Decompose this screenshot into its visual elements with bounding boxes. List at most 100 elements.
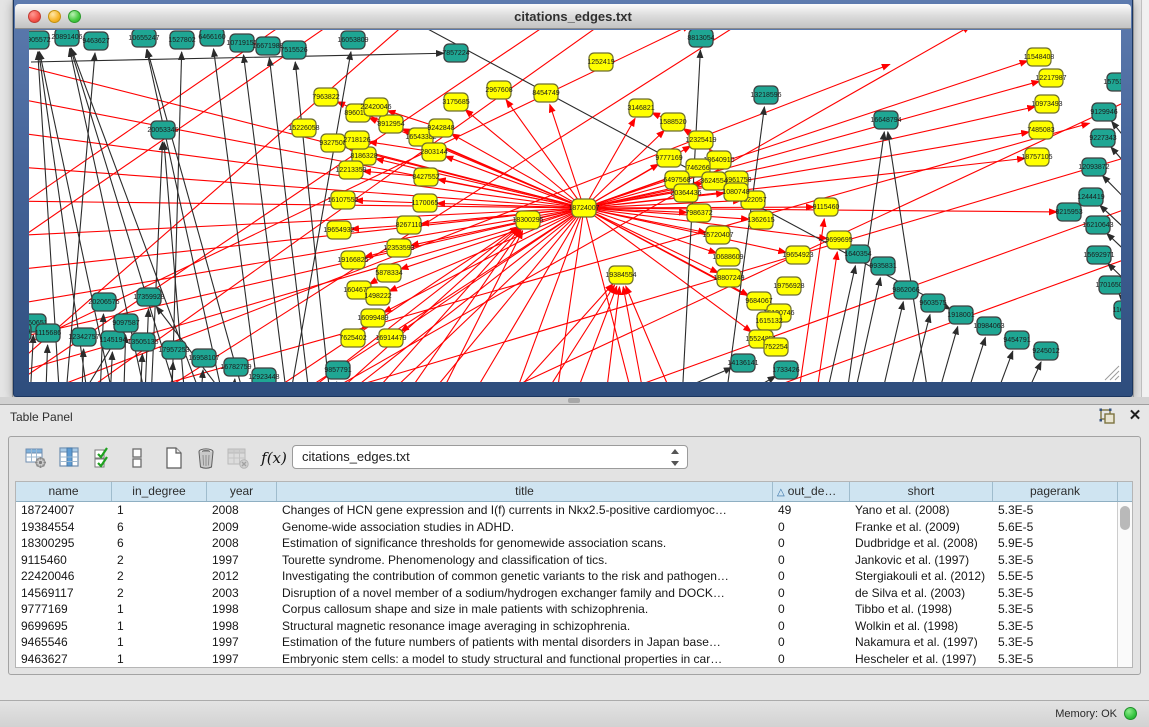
graph-node-label: 1167533 [1113, 307, 1121, 314]
unselect-all-button[interactable] [125, 445, 151, 471]
graph-edge [201, 153, 1121, 382]
table-cell: 1997 [207, 552, 277, 569]
network-table-select[interactable]: citations_edges.txt [292, 445, 688, 469]
table-cell: Nakamura et al. (1997) [850, 634, 993, 651]
graph-node-label: 16671988 [252, 43, 283, 50]
graph-edge [1015, 362, 1041, 382]
new-column-button[interactable] [161, 445, 187, 471]
scrollbar-thumb[interactable] [1120, 506, 1130, 530]
table-cell: Hescheler et al. (1997) [850, 651, 993, 668]
column-header-in-degree[interactable]: in_degree [112, 482, 207, 501]
right-edge-strip [1133, 0, 1149, 400]
graph-edge [959, 337, 985, 382]
table-cell: Yano et al. (2008) [850, 502, 993, 519]
graph-node-label: 15226058 [288, 125, 319, 132]
graph-node-label: 9115460 [813, 204, 840, 211]
collapsed-panel-strip [1141, 0, 1149, 400]
table-row[interactable]: 969969511998Structural magnetic resonanc… [16, 618, 1132, 635]
table-row[interactable]: 1872400712008Changes of HCN gene express… [16, 502, 1132, 519]
splitter-handle-icon[interactable] [568, 398, 580, 403]
graph-node-label: 16210643 [1082, 222, 1113, 229]
table-cell: 6 [112, 519, 207, 536]
graph-node-label: 8454749 [532, 90, 559, 97]
delete-column-button[interactable] [193, 445, 219, 471]
graph-edge [29, 200, 584, 208]
graph-node-label: 391159 [29, 329, 31, 336]
table-settings-button[interactable] [23, 445, 49, 471]
column-header-pagerank[interactable]: pagerank [993, 482, 1118, 501]
graph-node-label: 10973493 [1031, 101, 1062, 108]
table-cell: Franke et al. (2009) [850, 519, 993, 536]
table-cell: 22420046 [16, 568, 112, 585]
table-cell: 5.5E-5 [993, 568, 1118, 585]
graph-node-label: 19654923 [782, 252, 813, 259]
graph-node-label: 19654932 [323, 227, 354, 234]
graph-node-label: 10655247 [128, 35, 159, 42]
window-title: citations_edges.txt [15, 9, 1131, 24]
table-cell: 5.9E-5 [993, 535, 1118, 552]
graph-edge [849, 278, 880, 382]
table-row[interactable]: 2242004622012Investigating the contribut… [16, 568, 1132, 585]
column-header-short[interactable]: short [850, 482, 993, 501]
function-builder-button[interactable]: f(x) [261, 445, 287, 471]
window-titlebar[interactable]: citations_edges.txt [15, 4, 1131, 29]
graph-node-label: 17016504 [1095, 282, 1121, 289]
column-header-title[interactable]: title [277, 482, 773, 501]
table-cell: Jankovic et al. (1997) [850, 552, 993, 569]
graph-node-label: 12093872 [1078, 164, 1109, 171]
graph-node-label: 12213359 [335, 167, 366, 174]
table-cell: 0 [773, 519, 850, 536]
table-cell: 5.3E-5 [993, 552, 1118, 569]
table-cell: 2008 [207, 502, 277, 519]
table-row[interactable]: 1830029562008Estimation of significance … [16, 535, 1132, 552]
close-panel-icon[interactable]: ✕ [1126, 407, 1144, 425]
graph-node-label: 9699695 [825, 237, 852, 244]
table-row[interactable]: 946554611997Estimation of the future num… [16, 634, 1132, 651]
table-cell: 18724007 [16, 502, 112, 519]
delete-table-button[interactable] [225, 445, 251, 471]
column-header-name[interactable]: name [16, 482, 112, 501]
table-cell: Embryonic stem cells: a model to study s… [277, 651, 773, 668]
table-row[interactable]: 1938455462009Genome-wide association stu… [16, 519, 1132, 536]
table-cell: 9777169 [16, 601, 112, 618]
graph-edge [31, 53, 444, 62]
table-panel: Table Panel ✕ [0, 404, 1149, 700]
graph-edge [561, 286, 617, 382]
vertical-scrollbar[interactable] [1117, 502, 1132, 667]
table-cell: Corpus callosum shape and size in male p… [277, 601, 773, 618]
graph-node-label: 7625402 [339, 335, 366, 342]
table-cell: 1997 [207, 651, 277, 668]
graph-edge [481, 284, 613, 382]
table-panel-title: Table Panel [10, 410, 73, 424]
graph-node-label: 1615132 [755, 318, 782, 325]
graph-node-label: 15720407 [702, 232, 733, 239]
table-cell: Genome-wide association studies in ADHD. [277, 519, 773, 536]
select-column-button[interactable] [57, 445, 83, 471]
graph-node-label: 20206576 [88, 299, 119, 306]
graph-edge [584, 118, 635, 208]
resize-grip[interactable] [1105, 366, 1119, 380]
column-header-out-degree[interactable]: △out_de… [773, 482, 850, 501]
table-row[interactable]: 946362711997Embryonic stem cells: a mode… [16, 651, 1132, 668]
network-canvas[interactable]: 2905572208914069463627106552471527802646… [29, 30, 1121, 382]
table-row[interactable]: 977716911998Corpus callosum shape and si… [16, 601, 1132, 618]
column-header-year[interactable]: year [207, 482, 277, 501]
select-all-button[interactable] [91, 445, 117, 471]
table-cell: Estimation of significance thresholds fo… [277, 535, 773, 552]
graph-node-label: 3146821 [627, 105, 654, 112]
table-row[interactable]: 1456911722003Disruption of a novel membe… [16, 585, 1132, 602]
graph-node-label: 8427552 [412, 174, 439, 181]
panel-splitter[interactable] [0, 397, 1149, 404]
graph-node-label: 12353593 [383, 245, 414, 252]
table-cell: Changes of HCN gene expression and I(f) … [277, 502, 773, 519]
memory-status-indicator [1124, 707, 1137, 720]
graph-node-label: 8186328 [350, 153, 377, 160]
table-cell: 0 [773, 601, 850, 618]
graph-node-label: 7963822 [312, 94, 339, 101]
table-cell: 9465546 [16, 634, 112, 651]
graph-node-label: 9857791 [324, 367, 351, 374]
float-panel-icon[interactable] [1098, 408, 1116, 426]
graph-node-label: 18757105 [1021, 154, 1052, 161]
table-row[interactable]: 911546021997Tourette syndrome. Phenomeno… [16, 552, 1132, 569]
table-cell: 2 [112, 568, 207, 585]
